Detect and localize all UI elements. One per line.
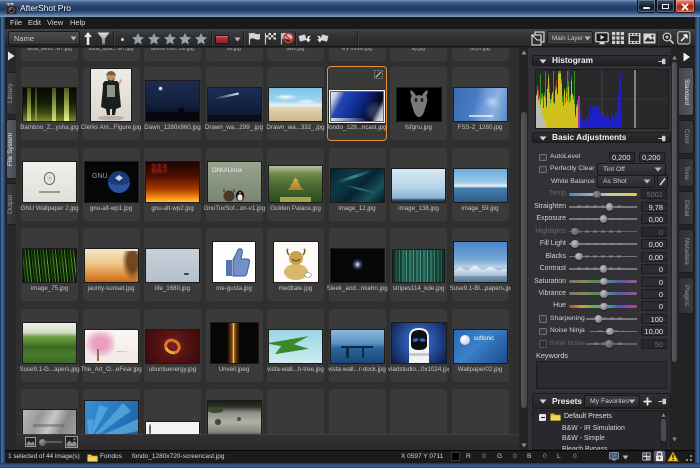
svg-text:GNU/Linux: GNU/Linux (212, 167, 243, 174)
svg-text:GNU: GNU (92, 173, 108, 180)
